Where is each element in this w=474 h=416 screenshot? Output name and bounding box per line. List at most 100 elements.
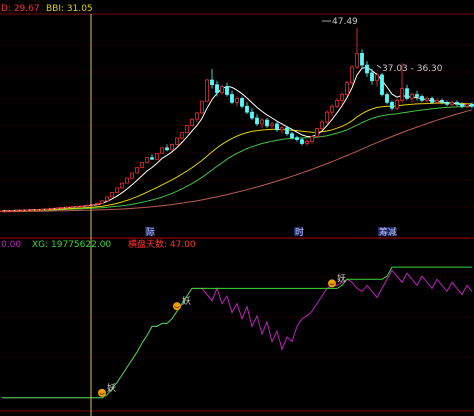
candle [15, 209, 19, 212]
candle-body [345, 82, 349, 95]
candle-body [355, 52, 359, 68]
candle-body [440, 100, 444, 103]
candle-body [240, 98, 244, 107]
candle [160, 147, 164, 154]
candle-body [460, 103, 464, 107]
signal-dot [98, 388, 106, 397]
candle-body [315, 128, 319, 137]
candle-body [105, 196, 109, 202]
candle [240, 96, 244, 109]
candle [75, 205, 79, 208]
candle [40, 208, 44, 211]
candle-body [15, 209, 19, 212]
candle-body [5, 210, 9, 212]
candle-body [110, 192, 114, 198]
candle-body [255, 117, 259, 125]
candle-body [330, 105, 334, 113]
candle-body [30, 209, 34, 211]
candle-body [290, 133, 294, 139]
candle-body [390, 101, 394, 109]
candle [95, 203, 99, 205]
candle-body [195, 112, 199, 120]
candle [325, 110, 329, 124]
candle-body [125, 177, 129, 184]
candle [120, 182, 124, 189]
candle-body [165, 147, 169, 151]
candle-body [350, 66, 354, 84]
event-marker-3: 筹减 [379, 226, 397, 238]
candle [0, 210, 4, 212]
candle [80, 205, 84, 208]
candle [30, 209, 34, 211]
candle-body [145, 157, 149, 163]
candle-body [120, 182, 124, 189]
candle-body [275, 123, 279, 131]
candle [175, 137, 179, 146]
candle-body [260, 119, 264, 125]
candle-body [80, 205, 84, 208]
candle [10, 210, 14, 212]
candle-body [40, 208, 44, 211]
candle-body [200, 100, 204, 114]
signal-text: 妖 [337, 272, 346, 284]
candle [345, 80, 349, 97]
candle-body [395, 100, 399, 109]
candle-body [225, 86, 229, 95]
candle-body [140, 162, 144, 168]
candle-body [190, 118, 194, 126]
candle [50, 208, 54, 210]
candle-body [130, 172, 134, 179]
candle-body [10, 210, 14, 212]
signal-text: 妖 [107, 382, 116, 394]
candle-body [230, 94, 234, 103]
candle-body [320, 121, 324, 129]
candle [5, 210, 9, 212]
candle-body [265, 119, 269, 127]
candle-body [410, 94, 414, 99]
chart-background [0, 0, 474, 416]
candle-body [150, 157, 154, 160]
candle [105, 196, 109, 202]
candle-body [455, 101, 459, 105]
candle-body [340, 94, 344, 101]
candle-body [445, 101, 449, 105]
candle-body [185, 125, 189, 133]
candle-body [385, 94, 389, 103]
candle [385, 92, 389, 105]
candle-body [45, 208, 49, 211]
range-price-label: 37.03 - 36.30 [382, 64, 443, 74]
candle-body [430, 98, 434, 103]
candle-body [95, 203, 99, 205]
candle-body [135, 167, 139, 174]
candle-body [270, 123, 274, 127]
candle-body [420, 96, 424, 101]
candle-body [400, 88, 404, 101]
candle-body [50, 208, 54, 210]
candle-body [220, 86, 224, 93]
candle-body [215, 84, 219, 93]
signal-text: 妖 [182, 295, 191, 307]
candle-body [205, 79, 209, 102]
stock-chart: D: 29.67 BBI: 31.05 47.49 37.03 - 36.30 … [0, 0, 474, 416]
candle [185, 124, 189, 134]
candle-body [280, 127, 284, 131]
candle-body [295, 137, 299, 140]
price-header-bbi: BBI: 31.05 [46, 4, 93, 14]
candle [145, 157, 149, 164]
candle [100, 200, 104, 204]
candle-body [465, 103, 469, 107]
candle-body [170, 143, 174, 151]
candle [380, 72, 384, 97]
candle [60, 207, 64, 209]
peak-price-label: 47.49 [332, 17, 358, 27]
candle [20, 209, 24, 212]
candle-body [310, 136, 314, 142]
candle-body [160, 147, 164, 154]
candle-body [25, 209, 29, 211]
candle [200, 100, 204, 114]
candle-body [155, 152, 159, 160]
candle-body [210, 79, 214, 86]
candle [85, 204, 89, 207]
candle-body [305, 141, 309, 144]
candle-body [75, 205, 79, 208]
